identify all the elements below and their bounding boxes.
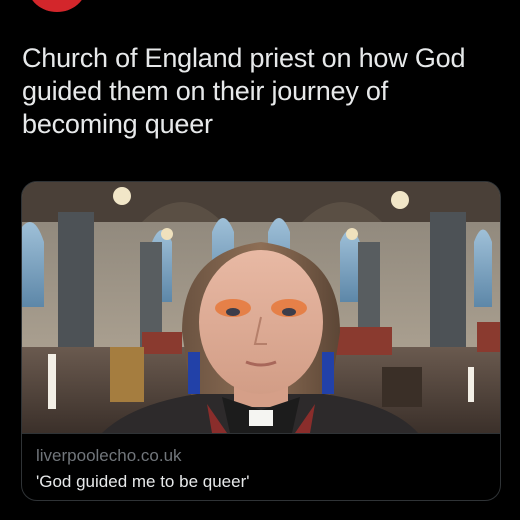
card-domain: liverpoolecho.co.uk bbox=[36, 446, 182, 465]
avatar[interactable] bbox=[28, 0, 86, 12]
card-image[interactable] bbox=[22, 182, 500, 433]
card-meta[interactable]: liverpoolecho.co.uk 'God guided me to be… bbox=[22, 433, 500, 500]
link-card[interactable]: liverpoolecho.co.uk 'God guided me to be… bbox=[21, 181, 501, 501]
card-title: 'God guided me to be queer' bbox=[36, 472, 250, 491]
tweet-text: Church of England priest on how God guid… bbox=[22, 43, 466, 139]
